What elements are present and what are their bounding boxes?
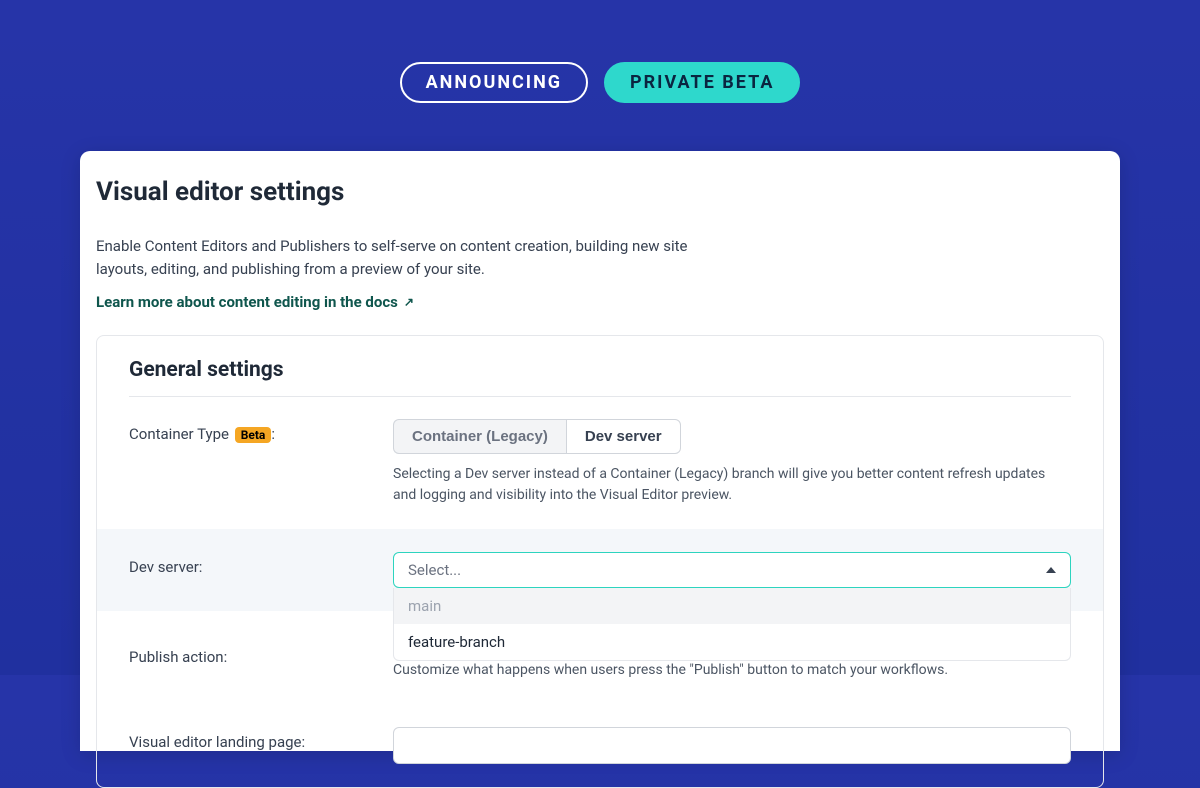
page-description: Enable Content Editors and Publishers to… (96, 235, 736, 282)
docs-link[interactable]: Learn more about content editing in the … (96, 293, 414, 311)
container-type-helper: Selecting a Dev server instead of a Cont… (393, 464, 1071, 506)
dropdown-option-main[interactable]: main (394, 588, 1070, 624)
dev-server-dropdown: main feature-branch (393, 588, 1071, 661)
dev-server-select[interactable]: Select... (393, 552, 1071, 588)
dropdown-option-feature-branch[interactable]: feature-branch (394, 624, 1070, 660)
chevron-up-icon (1046, 567, 1056, 573)
publish-action-helper: Customize what happens when users press … (393, 660, 1071, 681)
dev-server-row: Dev server: Select... main feature-branc… (97, 529, 1103, 611)
dev-server-label: Dev server: (129, 552, 393, 588)
general-settings-card: General settings Container Type Beta: Co… (96, 335, 1104, 788)
dev-server-placeholder: Select... (408, 561, 461, 579)
landing-page-label: Visual editor landing page: (129, 727, 393, 764)
container-type-label: Container Type Beta: (129, 419, 393, 506)
container-type-row: Container Type Beta: Container (Legacy) … (129, 397, 1071, 529)
general-settings-title: General settings (129, 358, 1071, 397)
container-legacy-button[interactable]: Container (Legacy) (393, 419, 566, 454)
beta-badge: Beta (235, 427, 272, 443)
private-beta-badge: PRIVATE BETA (604, 62, 800, 103)
landing-page-input[interactable] (393, 727, 1071, 764)
landing-page-row: Visual editor landing page: (129, 704, 1071, 787)
dev-server-button[interactable]: Dev server (566, 419, 681, 454)
settings-panel: Visual editor settings Enable Content Ed… (80, 151, 1120, 751)
container-type-toggle: Container (Legacy) Dev server (393, 419, 1071, 454)
docs-link-text: Learn more about content editing in the … (96, 293, 398, 311)
external-link-icon: ↗ (404, 295, 414, 309)
page-title: Visual editor settings (96, 177, 1104, 207)
announcing-badge: ANNOUNCING (400, 62, 588, 103)
